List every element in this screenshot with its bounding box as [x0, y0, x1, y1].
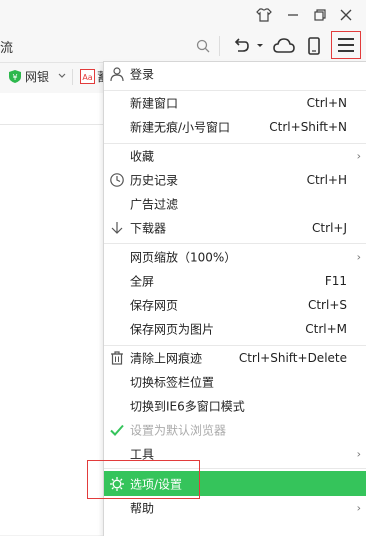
- bank-shield-icon: ¥: [9, 70, 21, 83]
- menu-save-page-label: 保存网页: [130, 298, 179, 313]
- svg-text:¥: ¥: [12, 73, 17, 82]
- menu-ad-filter-label: 广告过滤: [130, 197, 179, 212]
- menu-tabbar-position[interactable]: 切换标签栏位置: [104, 370, 366, 394]
- menu-tabbar-position-label: 切换标签栏位置: [130, 375, 215, 390]
- menu-new-private-window[interactable]: 新建无痕/小号窗口 Ctrl+Shift+N: [104, 115, 366, 139]
- menu-ie6-mode[interactable]: 切换到IE6多窗口模式: [104, 394, 366, 418]
- menu-zoom-label: 网页缩放（100%）: [130, 250, 237, 265]
- menu-new-window[interactable]: 新建窗口 Ctrl+N: [104, 91, 366, 115]
- toolbar-divider: [219, 36, 220, 56]
- trash-icon: [111, 351, 123, 365]
- menu-ad-filter[interactable]: 广告过滤: [104, 192, 366, 216]
- menu-help-label: 帮助: [130, 501, 155, 516]
- menu-new-window-shortcut: Ctrl+N: [306, 96, 347, 110]
- menu-ie6-mode-label: 切换到IE6多窗口模式: [130, 399, 245, 414]
- clock-icon: [110, 173, 124, 187]
- menu-history[interactable]: 历史记录 Ctrl+H: [104, 168, 366, 192]
- menu-fullscreen[interactable]: 全屏 F11: [104, 269, 366, 293]
- menu-fullscreen-label: 全屏: [130, 274, 155, 289]
- minimize-icon[interactable]: [284, 6, 302, 24]
- menu-login[interactable]: 登录: [104, 62, 366, 86]
- menu-save-page-shortcut: Ctrl+S: [307, 298, 347, 312]
- user-icon: [110, 67, 124, 82]
- menu-save-as-image[interactable]: 保存网页为图片 Ctrl+M: [104, 317, 366, 341]
- submenu-arrow-icon: ›: [356, 501, 361, 515]
- address-bar-text[interactable]: 流: [0, 37, 13, 56]
- cloud-icon[interactable]: [272, 36, 296, 56]
- menu-downloads-label: 下载器: [130, 221, 167, 236]
- menu-zoom[interactable]: 网页缩放（100%） ›: [104, 245, 366, 269]
- menu-downloads-shortcut: Ctrl+J: [312, 221, 347, 235]
- bookmark-online-banking[interactable]: 网银: [25, 68, 49, 85]
- menu-help[interactable]: 帮助 ›: [104, 496, 366, 520]
- menu-new-private-shortcut: Ctrl+Shift+N: [269, 120, 347, 134]
- submenu-arrow-icon: ›: [356, 447, 361, 461]
- menu-fullscreen-shortcut: F11: [324, 274, 347, 288]
- bookmark-divider: [72, 69, 73, 85]
- menu-clear-traces-label: 清除上网痕迹: [130, 351, 203, 366]
- menu-login-label: 登录: [130, 67, 155, 82]
- download-arrow-icon: [111, 222, 123, 234]
- skin-shirt-icon[interactable]: [255, 6, 273, 24]
- menu-save-as-image-shortcut: Ctrl+M: [305, 322, 347, 336]
- menu-set-default-browser-label: 设置为默认浏览器: [130, 423, 227, 438]
- hamburger-menu-icon[interactable]: [337, 37, 355, 53]
- chevron-down-icon[interactable]: [58, 73, 66, 79]
- submenu-arrow-icon: ›: [356, 149, 361, 163]
- restore-icon[interactable]: [311, 6, 329, 24]
- submenu-arrow-icon: ›: [356, 250, 361, 264]
- chevron-down-icon[interactable]: [256, 43, 264, 49]
- close-icon[interactable]: [337, 6, 355, 24]
- menu-new-window-label: 新建窗口: [130, 96, 179, 111]
- menu-favorites-label: 收藏: [130, 149, 155, 164]
- content-divider: [0, 124, 104, 125]
- menu-history-label: 历史记录: [130, 173, 179, 188]
- options-settings-highlight: [87, 460, 200, 499]
- svg-text:Aa: Aa: [82, 73, 92, 82]
- checkmark-icon: [110, 424, 124, 436]
- menu-save-page[interactable]: 保存网页 Ctrl+S: [104, 293, 366, 317]
- font-aa-icon: Aa: [80, 69, 95, 84]
- menu-clear-traces[interactable]: 清除上网痕迹 Ctrl+Shift+Delete: [104, 346, 366, 370]
- menu-downloads[interactable]: 下载器 Ctrl+J: [104, 216, 366, 240]
- menu-set-default-browser: 设置为默认浏览器: [104, 418, 366, 442]
- menu-favorites[interactable]: 收藏 ›: [104, 144, 366, 168]
- search-icon[interactable]: [195, 38, 211, 54]
- menu-separator: [104, 243, 366, 244]
- menu-new-private-label: 新建无痕/小号窗口: [130, 120, 231, 135]
- menu-history-shortcut: Ctrl+H: [306, 173, 347, 187]
- title-bar: [0, 0, 366, 30]
- menu-clear-traces-shortcut: Ctrl+Shift+Delete: [238, 351, 347, 365]
- menu-save-as-image-label: 保存网页为图片: [130, 322, 215, 337]
- mobile-phone-icon[interactable]: [307, 36, 321, 56]
- undo-icon[interactable]: [231, 36, 251, 56]
